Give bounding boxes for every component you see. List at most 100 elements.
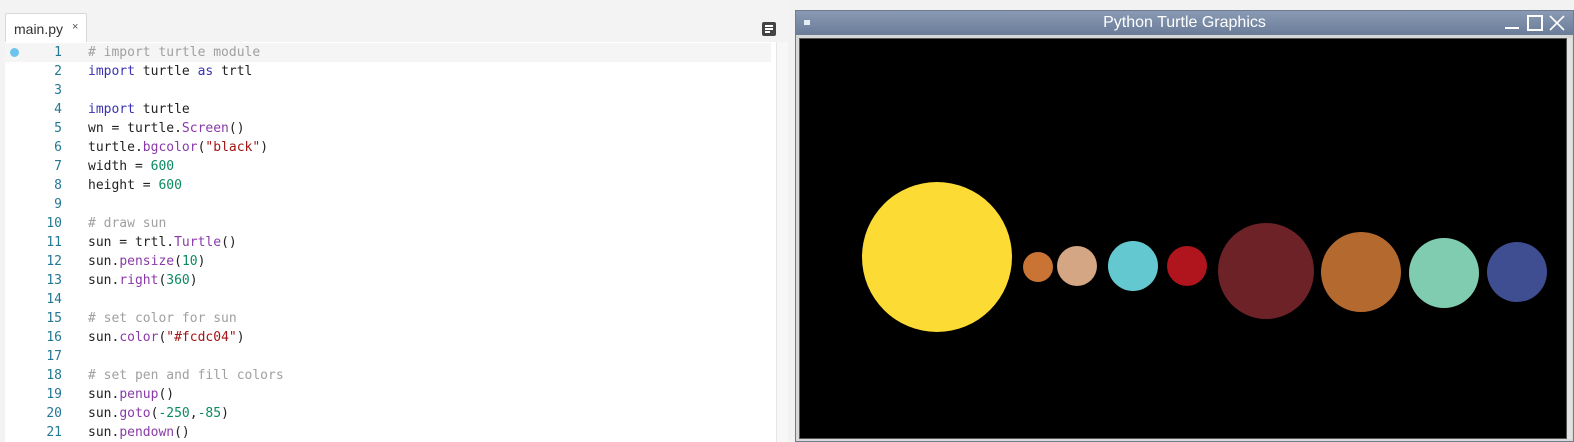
code-line[interactable]: 19 sun.penup() — [5, 385, 771, 404]
line-number: 8 — [54, 178, 62, 193]
mars-circle — [1167, 246, 1207, 286]
code-line[interactable]: 3 — [5, 81, 771, 100]
code-token: height = — [88, 178, 159, 193]
code-token: -250 — [158, 406, 190, 421]
code-line[interactable]: 2 import turtle as trtl — [5, 62, 771, 81]
line-number: 12 — [46, 254, 62, 269]
line-number: 10 — [46, 216, 62, 231]
code-token: 10 — [181, 254, 198, 269]
code-token: ) — [236, 330, 245, 345]
neptune-circle — [1487, 242, 1547, 302]
code-token: () — [158, 387, 175, 402]
maximize-icon — [1527, 15, 1543, 31]
window-titlebar[interactable]: Python Turtle Graphics — [796, 11, 1573, 35]
maximize-button[interactable] — [1527, 15, 1543, 31]
code-token: color — [119, 330, 159, 345]
line-number: 7 — [54, 159, 62, 174]
saturn-circle — [1321, 232, 1401, 312]
code-line[interactable]: 7 width = 600 — [5, 157, 771, 176]
turtle-canvas[interactable] — [799, 38, 1567, 439]
code-token: ( — [174, 254, 182, 269]
code-token: # draw sun — [88, 216, 167, 231]
code-token: pensize — [119, 254, 175, 269]
code-token: pendown — [119, 425, 175, 440]
code-token: sun = trtl. — [88, 235, 175, 250]
code-line[interactable]: 1 # import turtle module — [5, 43, 771, 62]
jupiter-circle — [1218, 223, 1314, 319]
code-line[interactable]: 13 sun.right(360) — [5, 271, 771, 290]
code-token: 600 — [158, 178, 182, 193]
tab-bar: main.py × — [0, 0, 788, 45]
line-number: 9 — [54, 197, 62, 212]
code-token: () — [228, 121, 245, 136]
close-button[interactable] — [1549, 15, 1565, 31]
code-line[interactable]: 15 # set color for sun — [5, 309, 771, 328]
line-source: sun = trtl.Turtle() — [88, 233, 237, 252]
sun-circle — [862, 182, 1012, 332]
line-number: 6 — [54, 140, 62, 155]
line-number: 15 — [46, 311, 62, 326]
code-line[interactable]: 11 sun = trtl.Turtle() — [5, 233, 771, 252]
code-token: trtl — [213, 64, 253, 79]
code-token: bgcolor — [142, 140, 198, 155]
line-source: width = 600 — [88, 157, 174, 176]
editor-scrollbar[interactable] — [776, 42, 788, 442]
code-line[interactable]: 17 — [5, 347, 771, 366]
code-token: # set color for sun — [88, 311, 237, 326]
code-editor: main.py × 1 # import turtle module 2 import… — [0, 0, 788, 442]
editor-menu-icon[interactable] — [762, 22, 776, 36]
code-line[interactable]: 10 # draw sun — [5, 214, 771, 233]
code-token: turtle — [134, 64, 198, 79]
code-token: import — [88, 64, 135, 79]
code-line[interactable]: 8 height = 600 — [5, 176, 771, 195]
line-source: height = 600 — [88, 176, 182, 195]
line-source: sun.pendown() — [88, 423, 190, 442]
uranus-circle — [1409, 238, 1479, 308]
code-token: wn = turtle. — [88, 121, 182, 136]
close-icon — [1549, 15, 1565, 31]
code-line[interactable]: 14 — [5, 290, 771, 309]
tab-close-icon[interactable]: × — [72, 21, 78, 33]
code-token: # set pen and fill colors — [88, 368, 284, 383]
code-token: "black" — [205, 140, 261, 155]
code-line[interactable]: 6 turtle.bgcolor("black") — [5, 138, 771, 157]
line-source: # draw sun — [88, 214, 166, 233]
turtle-drawing — [862, 182, 1547, 332]
code-line[interactable]: 21 sun.pendown() — [5, 423, 771, 442]
code-line[interactable]: 5 wn = turtle.Screen() — [5, 119, 771, 138]
code-line[interactable]: 12 sun.pensize(10) — [5, 252, 771, 271]
code-token: ) — [197, 254, 206, 269]
code-line[interactable]: 18 # set pen and fill colors — [5, 366, 771, 385]
line-number: 18 — [46, 368, 62, 383]
line-source: turtle.bgcolor("black") — [88, 138, 268, 157]
line-source: import turtle — [88, 100, 190, 119]
code-token: goto — [119, 406, 151, 421]
line-source: sun.color("#fcdc04") — [88, 328, 245, 347]
code-area[interactable]: 1 # import turtle module 2 import turtle as… — [5, 42, 788, 442]
code-token: width = — [88, 159, 151, 174]
code-line[interactable]: 9 — [5, 195, 771, 214]
code-token: "#fcdc04" — [166, 330, 237, 345]
line-number: 11 — [46, 235, 62, 250]
venus-circle — [1057, 246, 1097, 286]
line-number: 20 — [46, 406, 62, 421]
minimize-button[interactable] — [1504, 15, 1520, 31]
code-token: , — [189, 406, 198, 421]
line-number: 1 — [54, 45, 62, 60]
mercury-circle — [1023, 252, 1053, 282]
turtle-graphics-window: Python Turtle Graphics — [795, 10, 1574, 442]
code-token: sun. — [88, 387, 120, 402]
canvas-scrollbar[interactable] — [1567, 38, 1572, 439]
code-token: sun. — [88, 254, 120, 269]
code-token: 360 — [166, 273, 190, 288]
code-token: turtle. — [88, 140, 143, 155]
window-title: Python Turtle Graphics — [1103, 14, 1266, 31]
line-source: sun.goto(-250,-85) — [88, 404, 229, 423]
code-token: () — [174, 425, 190, 440]
tab-main-py[interactable]: main.py × — [5, 13, 87, 45]
code-line[interactable]: 20 sun.goto(-250,-85) — [5, 404, 771, 423]
code-token: # import turtle module — [88, 45, 261, 60]
code-line[interactable]: 4 import turtle — [5, 100, 771, 119]
code-line[interactable]: 16 sun.color("#fcdc04") — [5, 328, 771, 347]
code-token: turtle — [134, 102, 190, 117]
